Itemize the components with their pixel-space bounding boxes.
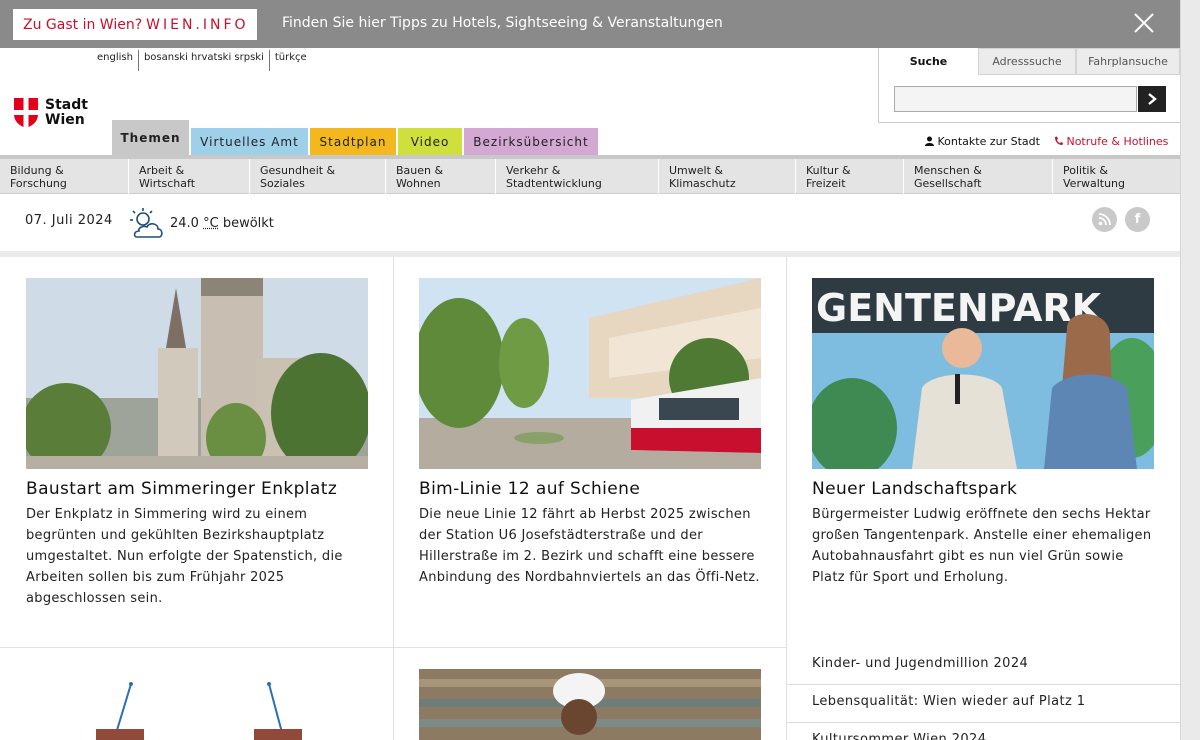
nav-label: Verkehr &: [506, 164, 561, 177]
language-links: english bosanski hrvatski srpski türkçe: [92, 50, 312, 71]
nav-umwelt[interactable]: Umwelt & Klimaschutz: [659, 159, 796, 194]
emergency-label: Notrufe & Hotlines: [1066, 135, 1169, 148]
lang-link-turkish[interactable]: türkçe: [270, 50, 312, 71]
nav-label: Arbeit &: [139, 164, 185, 177]
news-grid: Baustart am Simmeringer Enkplatz Der Enk…: [0, 257, 1180, 740]
social-links: f: [1092, 207, 1150, 232]
nav-label: Verwaltung: [1063, 177, 1125, 190]
nav-label: Bauen &: [396, 164, 444, 177]
wien-shield-icon: [14, 98, 38, 128]
nav-label: Gesellschaft: [914, 177, 982, 190]
person-icon: [925, 136, 934, 146]
page-scrollbar[interactable]: [1180, 0, 1200, 740]
nav-label: Wohnen: [396, 177, 441, 190]
park-sign-text: GENTENPARK: [816, 286, 1103, 330]
news-card-image-5[interactable]: [419, 669, 761, 740]
nav-arbeit[interactable]: Arbeit & Wirtschaft: [129, 159, 250, 194]
weather-readout: 24.0 °C bewölkt: [170, 216, 274, 231]
news-card-image-4[interactable]: [26, 669, 368, 740]
nav-label: Forschung: [10, 177, 67, 190]
teaser-link[interactable]: Lebensqualität: Wien wieder auf Platz 1: [787, 685, 1180, 723]
nav-label: Kultur &: [806, 164, 851, 177]
tram-photo[interactable]: [419, 278, 761, 469]
nav-kultur[interactable]: Kultur & Freizeit: [796, 159, 904, 194]
nav-label: Stadtentwicklung: [506, 177, 602, 190]
tab-stadtplan[interactable]: Stadtplan: [310, 128, 396, 155]
search-tabs: Suche Adresssuche Fahrplansuche: [879, 48, 1180, 75]
promo-banner: Zu Gast in Wien? WIEN.INFO Finden Sie hi…: [0, 0, 1180, 48]
news-card-linie-12[interactable]: Bim-Linie 12 auf Schiene Die neue Linie …: [419, 278, 761, 588]
nav-label: Politik &: [1063, 164, 1108, 177]
logo-line-1: Stadt: [45, 97, 88, 113]
news-card-enkplatz[interactable]: Baustart am Simmeringer Enkplatz Der Enk…: [26, 278, 368, 609]
church-photo[interactable]: [26, 278, 368, 469]
nav-politik[interactable]: Politik & Verwaltung: [1053, 159, 1180, 194]
divider: [393, 257, 394, 740]
tab-video[interactable]: Video: [398, 128, 462, 155]
nav-menschen[interactable]: Menschen & Gesellschaft: [904, 159, 1053, 194]
card-text: Bürgermeister Ludwig eröffnete den sechs…: [812, 507, 1152, 585]
contact-links: Kontakte zur Stadt Notrufe & Hotlines: [925, 135, 1168, 148]
topic-nav: Bildung & Forschung Arbeit & Wirtschaft Ge…: [0, 159, 1180, 194]
lang-link-bks[interactable]: bosanski hrvatski srpski: [139, 50, 270, 71]
teaser-list: Kinder- und Jugendmillion 2024 Lebensqua…: [787, 647, 1180, 740]
temperature-value: 24.0: [170, 216, 199, 231]
temperature-unit: °C: [203, 216, 219, 231]
search-input[interactable]: [894, 86, 1137, 112]
nav-label: Gesundheit &: [260, 164, 336, 177]
nav-label: Soziales: [260, 177, 305, 190]
card-title[interactable]: Neuer Landschaftspark: [812, 479, 1154, 499]
nav-label: Menschen &: [914, 164, 982, 177]
nav-label: Wirtschaft: [139, 177, 196, 190]
card-text: Die neue Linie 12 fährt ab Herbst 2025 z…: [419, 507, 760, 585]
contacts-link[interactable]: Kontakte zur Stadt: [925, 135, 1040, 148]
weather-condition: bewölkt: [222, 216, 274, 231]
contacts-label: Kontakte zur Stadt: [937, 135, 1040, 148]
nav-verkehr[interactable]: Verkehr & Stadtentwicklung: [496, 159, 659, 194]
promo-button-prefix: Zu Gast in Wien?: [23, 16, 143, 33]
emergency-link[interactable]: Notrufe & Hotlines: [1054, 135, 1168, 148]
tab-fahrplansuche[interactable]: Fahrplansuche: [1076, 48, 1180, 75]
logo-text: Stadt Wien: [45, 98, 88, 128]
promo-button-brand: WIEN.INFO: [146, 16, 249, 33]
news-card-landschaftspark[interactable]: GENTENPARK Neuer Landschaftspark Bürgerm…: [812, 278, 1154, 588]
tab-themen[interactable]: Themen: [112, 120, 189, 155]
cloudy-sun-icon: [130, 208, 163, 238]
card-title[interactable]: Baustart am Simmeringer Enkplatz: [26, 479, 368, 499]
teaser-link[interactable]: Kinder- und Jugendmillion 2024: [787, 647, 1180, 685]
stadt-wien-logo[interactable]: Stadt Wien: [14, 98, 88, 128]
nav-label: Bildung &: [10, 164, 64, 177]
phone-icon: [1054, 136, 1063, 145]
lang-link-english[interactable]: english: [92, 50, 139, 71]
teaser-link[interactable]: Kultursommer Wien 2024: [787, 723, 1180, 740]
current-date: 07. Juli 2024: [25, 213, 113, 228]
tab-virtuelles-amt[interactable]: Virtuelles Amt: [191, 128, 308, 155]
card-text: Der Enkplatz in Simmering wird zu einem …: [26, 507, 343, 606]
page: Zu Gast in Wien? WIEN.INFO Finden Sie hi…: [0, 0, 1200, 740]
tab-suche[interactable]: Suche: [879, 48, 978, 75]
nav-label: Umwelt &: [669, 164, 723, 177]
search-submit-button[interactable]: [1138, 86, 1166, 112]
card-title[interactable]: Bim-Linie 12 auf Schiene: [419, 479, 761, 499]
logo-line-2: Wien: [45, 112, 85, 128]
tab-bezirksuebersicht[interactable]: Bezirksübersicht: [464, 128, 598, 155]
chevron-right-icon: [1148, 93, 1157, 105]
main-tabs: Themen Virtuelles Amt Stadtplan Video Be…: [112, 120, 600, 155]
park-opening-photo[interactable]: GENTENPARK: [812, 278, 1154, 469]
facebook-icon[interactable]: f: [1125, 207, 1150, 232]
nav-bauen[interactable]: Bauen & Wohnen: [386, 159, 496, 194]
nav-bildung[interactable]: Bildung & Forschung: [0, 159, 129, 194]
wien-info-button[interactable]: Zu Gast in Wien? WIEN.INFO: [13, 9, 257, 40]
tab-adresssuche[interactable]: Adresssuche: [978, 48, 1076, 75]
rss-icon[interactable]: [1092, 207, 1117, 232]
promo-text: Finden Sie hier Tipps zu Hotels, Sightse…: [282, 15, 723, 31]
close-icon[interactable]: [1133, 12, 1155, 34]
nav-gesundheit[interactable]: Gesundheit & Soziales: [250, 159, 386, 194]
search-panel: Suche Adresssuche Fahrplansuche: [878, 48, 1180, 123]
divider: [0, 647, 787, 648]
nav-label: Klimaschutz: [669, 177, 736, 190]
nav-label: Freizeit: [806, 177, 846, 190]
